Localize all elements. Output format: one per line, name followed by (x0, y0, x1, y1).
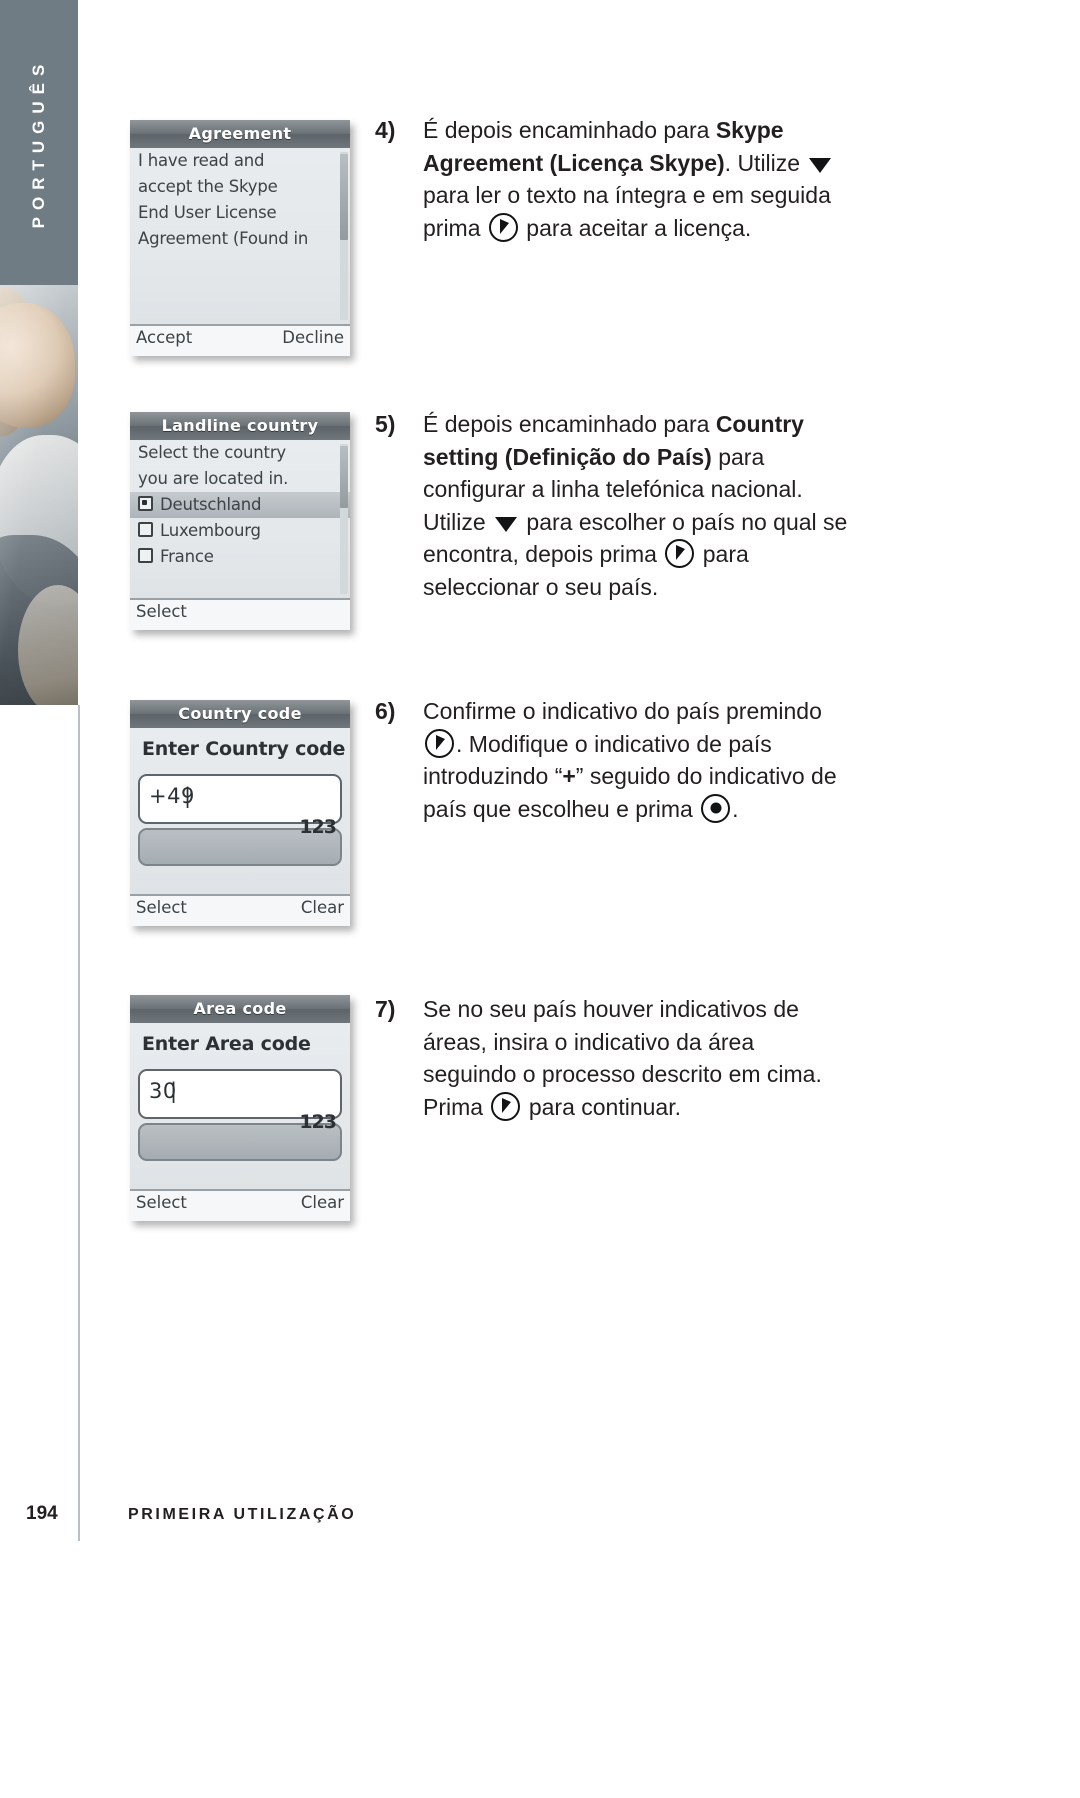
ok-key-icon (491, 1091, 521, 1121)
screen-title-agreement: Agreement (130, 120, 350, 148)
country-code-keypad-bar[interactable]: 123 (138, 816, 342, 866)
ok-key-icon (425, 728, 454, 758)
footer-section-title: PRIMEIRA UTILIZAÇÃO (128, 1506, 357, 1523)
step-number: 6) (375, 698, 396, 724)
landline-instruction-line: you are located in. (138, 469, 289, 488)
photo-sheen (0, 285, 78, 705)
country-option-luxembourg[interactable]: Luxembourg (130, 518, 350, 544)
softkey-select[interactable]: Select (136, 898, 187, 917)
softkey-accept[interactable]: Accept (136, 328, 192, 347)
screen-body-country-code: Enter Country code +49 | 123 (130, 728, 350, 894)
softkey-bar-agreement: Accept Decline (130, 324, 350, 356)
radio-unselected-icon (138, 548, 153, 563)
step-text-part: É depois encaminhado para (423, 411, 716, 437)
scrollbar-thumb[interactable] (340, 154, 348, 240)
agreement-line: accept the Skype (138, 177, 278, 196)
screen-body-landline-country: Select the country you are located in. D… (130, 440, 350, 598)
step-text: Confirme o indicativo do país premindo .… (423, 695, 855, 825)
country-option-label: Deutschland (160, 495, 262, 514)
screen-body-agreement: I have read and accept the Skype End Use… (130, 148, 350, 324)
center-dot-key-icon (701, 793, 731, 823)
ok-key-icon (488, 212, 518, 242)
country-option-deutschland[interactable]: Deutschland (130, 492, 350, 518)
step-number: 4) (375, 117, 396, 143)
area-code-keypad-bar[interactable]: 123 (138, 1111, 342, 1161)
instruction-step-7: 7) Se no seu país houver indicativos de … (375, 993, 845, 1123)
landline-instruction-line: Select the country (138, 443, 286, 462)
softkey-clear[interactable]: Clear (301, 1193, 344, 1212)
softkey-bar-area-code: Select Clear (130, 1189, 350, 1221)
ok-key-icon (665, 539, 695, 568)
text-caret: | (170, 1079, 178, 1103)
instruction-step-5: 5) É depois encaminhado para Country set… (375, 408, 850, 603)
language-tab-label: PORTUGUÊS (29, 57, 48, 228)
footer-divider-rule (78, 1493, 80, 1541)
down-arrow-icon (809, 157, 832, 173)
decorative-photo-strip (0, 285, 78, 705)
scrollbar-thumb[interactable] (340, 446, 348, 508)
step-text-part: . (732, 795, 739, 822)
step-text-bold: + (562, 763, 576, 789)
ime-mode-indicator: 123 (299, 1111, 337, 1133)
area-code-prompt: Enter Area code (142, 1033, 311, 1055)
country-option-france[interactable]: France (130, 544, 350, 570)
agreement-line: I have read and (138, 151, 265, 170)
step-text: É depois encaminhado para Country settin… (423, 408, 850, 603)
step-number: 5) (375, 411, 396, 437)
device-screen-area-code: Area code Enter Area code 30 | 123 Selec… (130, 995, 350, 1221)
down-arrow-icon (495, 516, 518, 532)
device-screen-landline-country: Landline country Select the country you … (130, 412, 350, 630)
step-text: É depois encaminhado para Skype Agreemen… (423, 114, 855, 244)
radio-unselected-icon (138, 522, 153, 537)
softkey-bar-country-code: Select Clear (130, 894, 350, 926)
agreement-line: End User License (138, 203, 277, 222)
page-number: 194 (26, 1503, 58, 1524)
softkey-select[interactable]: Select (136, 602, 187, 621)
instruction-step-6: 6) Confirme o indicativo do país premind… (375, 695, 855, 825)
step-text-part: É depois encaminhado para (423, 117, 716, 143)
country-option-label: France (160, 547, 214, 566)
device-screen-agreement: Agreement I have read and accept the Sky… (130, 120, 350, 356)
step-text-part: . Utilize (724, 149, 807, 176)
softkey-clear[interactable]: Clear (301, 898, 344, 917)
softkey-decline[interactable]: Decline (282, 328, 344, 347)
country-code-prompt: Enter Country code (142, 738, 346, 760)
softkey-bar-landline-country: Select (130, 598, 350, 630)
screen-title-country-code: Country code (130, 700, 350, 728)
step-text-part: Confirme o indicativo do país premindo (423, 698, 822, 724)
step-text: Se no seu país houver indicativos de áre… (423, 993, 845, 1123)
text-caret: | (184, 784, 192, 808)
step-text-part: para aceitar a licença. (519, 214, 752, 241)
instruction-step-4: 4) É depois encaminhado para Skype Agree… (375, 114, 855, 244)
radio-selected-icon (138, 496, 153, 511)
vertical-divider-rule (78, 705, 80, 1540)
country-option-label: Luxembourg (160, 521, 261, 540)
step-number: 7) (375, 996, 396, 1022)
language-tab: PORTUGUÊS (0, 0, 78, 285)
screen-title-landline-country: Landline country (130, 412, 350, 440)
step-text-part: para continuar. (522, 1093, 682, 1120)
softkey-select[interactable]: Select (136, 1193, 187, 1212)
ime-mode-indicator: 123 (299, 816, 337, 838)
screen-title-area-code: Area code (130, 995, 350, 1023)
screen-body-area-code: Enter Area code 30 | 123 (130, 1023, 350, 1189)
device-screen-country-code: Country code Enter Country code +49 | 12… (130, 700, 350, 926)
agreement-line: Agreement (Found in (138, 229, 309, 248)
